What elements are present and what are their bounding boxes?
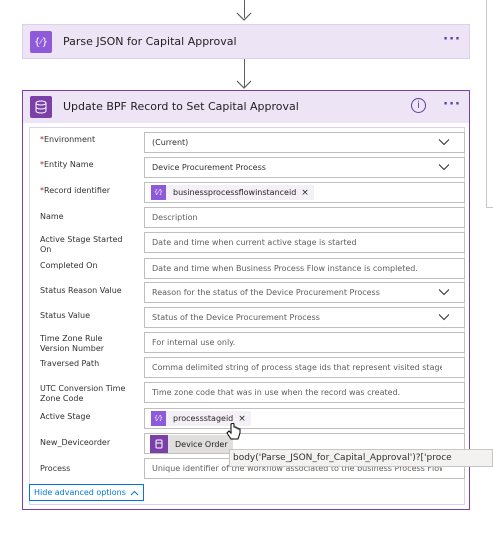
field-label: Traversed Path (40, 359, 130, 369)
field-label: Active Stage (40, 412, 130, 422)
arrow-down-icon (236, 12, 252, 21)
field-label-text: Active Stage (40, 412, 91, 421)
more-options-icon[interactable]: ··· (443, 97, 461, 112)
field-placeholder: Date and time when current active stage … (152, 238, 357, 247)
field-placeholder: Reason for the status of the Device Proc… (152, 288, 380, 297)
info-icon[interactable]: i (411, 98, 426, 113)
chevron-down-icon[interactable] (438, 138, 450, 148)
update-bpf-step-card: Update BPF Record to Set Capital Approva… (22, 90, 470, 510)
expression-tooltip: body('Parse_JSON_for_Capital_Approval')?… (229, 449, 493, 467)
hand-cursor-icon (226, 423, 241, 440)
chevron-down-icon[interactable] (438, 163, 450, 173)
token-label: processstageid (173, 414, 234, 423)
expression-icon: {⁄} (151, 411, 166, 426)
input-field[interactable]: Date and time when current active stage … (144, 232, 465, 253)
field-placeholder: Description (152, 213, 198, 222)
input-field[interactable]: {⁄} processstageid × (144, 408, 465, 429)
dropdown-field[interactable]: Device Procurement Process (144, 157, 465, 178)
field-label-text: UTC Conversion Time Zone Code (40, 384, 126, 403)
field-value: Device Procurement Process (152, 163, 266, 172)
parse-json-step-card[interactable]: {⁄} Parse JSON for Capital Approval ··· (22, 24, 470, 59)
chevron-up-icon (130, 490, 139, 495)
field-label: *Entity Name (40, 160, 130, 170)
field-label-text: Name (40, 212, 64, 221)
field-label: Process (40, 464, 130, 474)
field-placeholder: Date and time when Business Process Flow… (152, 264, 418, 273)
dropdown-field[interactable]: Status of the Device Procurement Process (144, 307, 465, 328)
field-label-text: Process (40, 464, 71, 473)
field-label-text: Record identifier (44, 186, 111, 195)
input-field[interactable]: Description (144, 207, 465, 228)
field-label-text: Time Zone Rule Version Number (40, 334, 105, 353)
field-placeholder: Status of the Device Procurement Process (152, 313, 320, 322)
arrow-down-icon (236, 80, 252, 89)
step-header[interactable]: Update BPF Record to Set Capital Approva… (23, 91, 469, 123)
chevron-down-icon[interactable] (438, 288, 450, 298)
dynamic-content-token[interactable]: {⁄} businessprocessflowinstanceid × (151, 185, 314, 200)
database-icon (30, 96, 52, 118)
field-label-text: Status Value (40, 311, 91, 320)
adjacent-panel-edge-bottom (486, 207, 493, 208)
field-label-text: Completed On (40, 261, 98, 270)
dropdown-field[interactable]: Reason for the status of the Device Proc… (144, 282, 465, 303)
field-label: *Record identifier (40, 186, 130, 196)
hide-advanced-label: Hide advanced options (34, 488, 126, 497)
field-label-text: New_Deviceorder (40, 438, 111, 447)
field-label-text: Traversed Path (40, 359, 100, 368)
field-label-text: Environment (44, 135, 96, 144)
input-field[interactable]: Time zone code that was in use when the … (144, 382, 465, 403)
input-field[interactable]: For internal use only. (144, 332, 465, 353)
hide-advanced-options-button[interactable]: Hide advanced options (29, 484, 144, 501)
step-title: Parse JSON for Capital Approval (63, 35, 237, 48)
entity-token[interactable]: Device Order (150, 435, 233, 453)
database-icon (150, 435, 168, 453)
field-label: Name (40, 212, 130, 222)
field-label: Status Value (40, 311, 130, 321)
field-label-text: Entity Name (44, 160, 94, 169)
remove-token-icon[interactable]: × (301, 188, 309, 198)
field-placeholder: Comma delimited string of process stage … (152, 363, 442, 372)
expression-icon: {⁄} (151, 185, 166, 200)
field-label: Active Stage Started On (40, 235, 130, 255)
field-label: Status Reason Value (40, 286, 130, 296)
input-field[interactable]: Comma delimited string of process stage … (144, 357, 465, 378)
field-label: *Environment (40, 135, 130, 145)
field-label: Time Zone Rule Version Number (40, 334, 130, 354)
input-field[interactable]: Date and time when Business Process Flow… (144, 258, 465, 279)
field-value: (Current) (152, 138, 189, 147)
field-placeholder: Time zone code that was in use when the … (152, 388, 401, 397)
input-field[interactable]: {⁄} businessprocessflowinstanceid × (144, 182, 465, 203)
field-label-text: Active Stage Started On (40, 235, 123, 254)
more-options-icon[interactable]: ··· (443, 32, 461, 47)
step-title: Update BPF Record to Set Capital Approva… (63, 100, 299, 113)
remove-token-icon[interactable]: × (238, 414, 246, 424)
token-label: Device Order (175, 439, 228, 449)
field-label: Completed On (40, 261, 130, 271)
field-placeholder: For internal use only. (152, 338, 236, 347)
chevron-down-icon[interactable] (438, 313, 450, 323)
field-label: New_Deviceorder (40, 438, 130, 448)
field-label-text: Status Reason Value (40, 286, 122, 295)
adjacent-panel-edge (486, 0, 487, 208)
token-label: businessprocessflowinstanceid (173, 188, 297, 197)
dropdown-field[interactable]: (Current) (144, 132, 465, 153)
data-operation-icon: {⁄} (30, 31, 52, 53)
field-label: UTC Conversion Time Zone Code (40, 384, 130, 404)
